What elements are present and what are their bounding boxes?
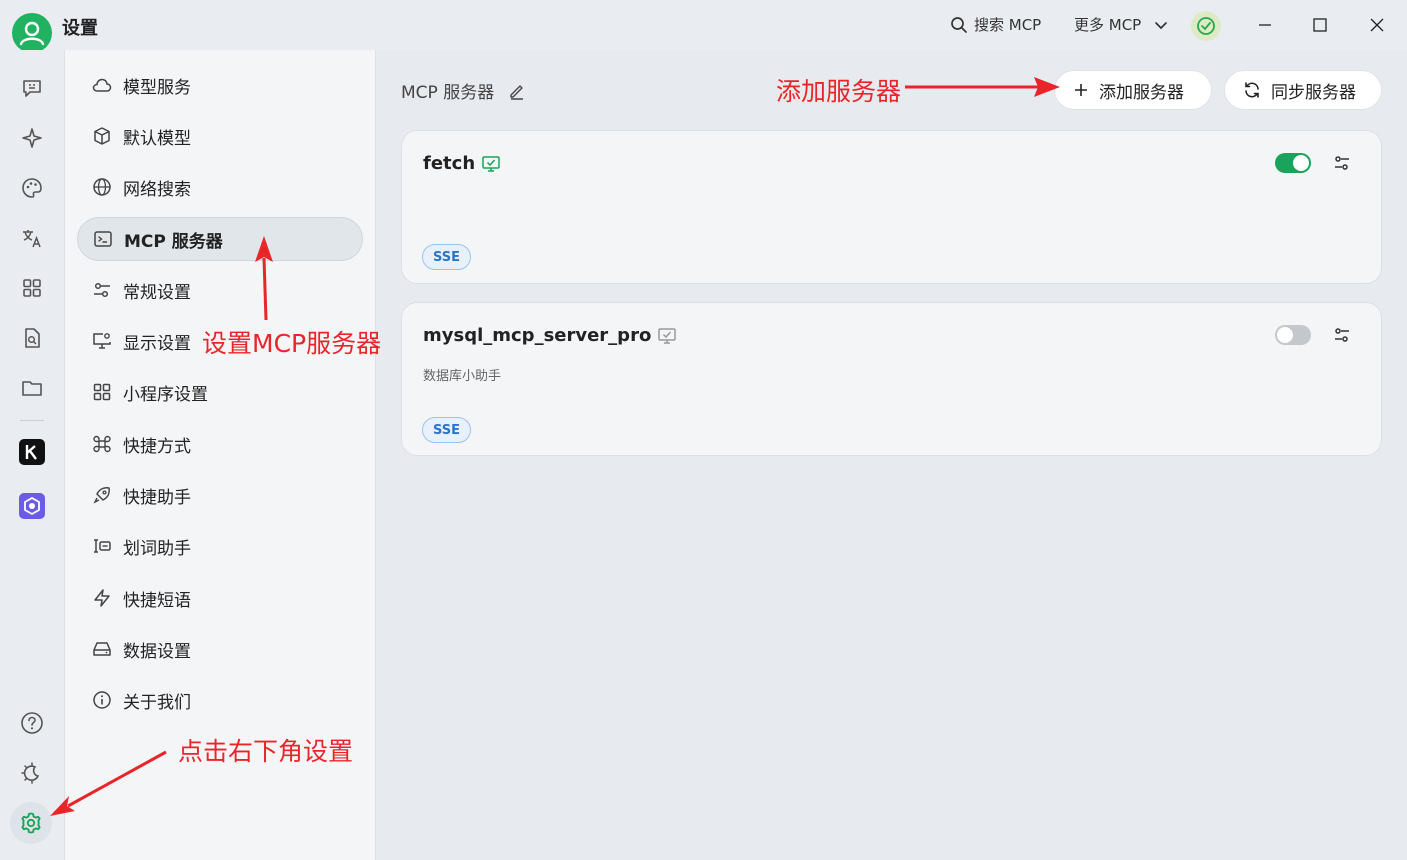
- page-title: MCP 服务器: [401, 78, 526, 103]
- sidebar-item-label: 显示设置: [123, 333, 191, 354]
- server-card[interactable]: mysql_mcp_server_pro 数据库小助手 SSE: [401, 302, 1382, 456]
- page-title-text: MCP 服务器: [401, 83, 495, 103]
- palette-icon[interactable]: [19, 175, 45, 201]
- sidebar-item-data-settings[interactable]: 数据设置: [77, 627, 363, 671]
- close-button[interactable]: [1365, 13, 1389, 37]
- monitor-check-icon: [658, 327, 677, 344]
- more-mcp-dropdown[interactable]: 更多 MCP: [1074, 14, 1169, 35]
- sidebar-item-about-us[interactable]: 关于我们: [77, 678, 363, 722]
- plus-icon: [1075, 84, 1087, 96]
- server-settings-icon[interactable]: [1330, 323, 1354, 347]
- server-card[interactable]: fetch SSE: [401, 130, 1382, 284]
- drive-icon: [91, 638, 113, 660]
- annotation-set-mcp: 设置MCP服务器: [202, 329, 382, 358]
- server-settings-icon[interactable]: [1330, 151, 1354, 175]
- terminal-icon: [92, 228, 114, 250]
- sidebar-item-default-model[interactable]: 默认模型: [77, 114, 363, 158]
- sidebar-item-label: 默认模型: [123, 128, 191, 149]
- maximize-button[interactable]: [1308, 13, 1332, 37]
- server-name: fetch: [423, 153, 501, 174]
- zap-icon: [91, 587, 113, 609]
- server-enable-toggle[interactable]: [1275, 325, 1311, 345]
- status-indicator[interactable]: [1191, 11, 1221, 41]
- command-icon: [91, 433, 113, 455]
- folder-icon[interactable]: [19, 375, 45, 401]
- sidebar-item-label: 快捷短语: [123, 590, 191, 611]
- sidebar-item-mcp-servers[interactable]: MCP 服务器: [77, 217, 363, 261]
- sidebar-item-miniapp-settings[interactable]: 小程序设置: [77, 370, 363, 414]
- search-mcp-button[interactable]: 搜索 MCP: [950, 14, 1041, 35]
- grid-icon: [91, 381, 113, 403]
- rocket-icon: [91, 484, 113, 506]
- sync-icon: [1245, 82, 1259, 98]
- search-icon: [951, 16, 967, 33]
- more-mcp-label: 更多 MCP: [1074, 16, 1142, 34]
- monitor-check-icon: [482, 155, 500, 172]
- main-panel: MCP 服务器 添加服务器 同步服务器 fetch SSE mysql_mcp_…: [376, 50, 1407, 860]
- sidebar-item-quick-assistant[interactable]: 快捷助手: [77, 473, 363, 517]
- icon-rail: [0, 50, 64, 860]
- chat-icon[interactable]: [19, 75, 45, 101]
- title-bar: 设置 搜索 MCP 更多 MCP: [0, 0, 1407, 53]
- sidebar-item-label: 划词助手: [123, 538, 191, 559]
- sidebar-item-label: 常规设置: [123, 282, 191, 303]
- sidebar-item-general-settings[interactable]: 常规设置: [77, 268, 363, 312]
- sidebar-item-selection-assistant[interactable]: 划词助手: [77, 524, 363, 568]
- minimize-icon: [1259, 24, 1271, 26]
- chevron-down-icon: [1155, 21, 1168, 29]
- server-description: 数据库小助手: [423, 369, 502, 384]
- apps-grid-icon[interactable]: [19, 275, 45, 301]
- sidebar-item-label: 网络搜索: [123, 179, 191, 200]
- sidebar-item-web-search[interactable]: 网络搜索: [77, 165, 363, 209]
- server-name-text: mysql_mcp_server_pro: [423, 325, 652, 346]
- add-server-button[interactable]: 添加服务器: [1054, 70, 1212, 110]
- info-icon: [91, 689, 113, 711]
- sync-server-label: 同步服务器: [1271, 82, 1356, 103]
- document-search-icon[interactable]: [19, 325, 45, 351]
- sidebar-item-label: 关于我们: [123, 692, 191, 713]
- cloud-icon: [91, 74, 113, 96]
- server-name-text: fetch: [423, 153, 476, 174]
- text-select-icon: [91, 535, 113, 557]
- user-avatar[interactable]: [12, 13, 52, 53]
- help-icon[interactable]: [19, 710, 45, 736]
- sidebar-item-label: 模型服务: [123, 77, 191, 98]
- search-mcp-label: 搜索 MCP: [974, 16, 1042, 34]
- cube-icon: [91, 125, 113, 147]
- settings-button[interactable]: [10, 802, 52, 844]
- rail-divider: [20, 420, 44, 421]
- sse-tag: SSE: [422, 417, 472, 443]
- server-name: mysql_mcp_server_pro: [423, 325, 677, 346]
- sidebar-item-label: 快捷方式: [123, 436, 191, 457]
- sidebar-item-quick-phrases[interactable]: 快捷短语: [77, 576, 363, 620]
- sidebar-item-label: 小程序设置: [123, 384, 208, 405]
- k-app-icon[interactable]: [19, 439, 45, 465]
- maximize-icon: [1313, 18, 1327, 32]
- close-icon: [1370, 18, 1384, 32]
- settings-icon: [21, 812, 41, 834]
- sidebar-item-label: 数据设置: [123, 641, 191, 662]
- annotation-click-settings: 点击右下角设置: [178, 737, 354, 766]
- sparkle-icon[interactable]: [19, 125, 45, 151]
- sse-tag: SSE: [422, 244, 472, 270]
- add-server-label: 添加服务器: [1099, 82, 1184, 103]
- sidebar-item-shortcuts[interactable]: 快捷方式: [77, 422, 363, 466]
- monitor-gear-icon: [91, 330, 113, 352]
- sync-server-button[interactable]: 同步服务器: [1224, 70, 1382, 110]
- user-icon: [19, 21, 45, 46]
- minimize-button[interactable]: [1253, 13, 1277, 37]
- annotation-add-server: 添加服务器: [776, 77, 902, 106]
- server-enable-toggle[interactable]: [1275, 153, 1311, 173]
- edit-icon[interactable]: [508, 82, 526, 100]
- sidebar-item-model-service[interactable]: 模型服务: [77, 63, 363, 107]
- globe-icon: [91, 176, 113, 198]
- check-circle-icon: [1197, 17, 1215, 35]
- sliders-icon: [91, 279, 113, 301]
- theme-icon[interactable]: [19, 760, 45, 786]
- purple-app-icon[interactable]: [19, 493, 45, 519]
- sidebar-item-label: 快捷助手: [123, 487, 191, 508]
- window-title: 设置: [62, 18, 98, 39]
- translate-icon[interactable]: [19, 225, 45, 251]
- sidebar-item-label: MCP 服务器: [124, 231, 223, 252]
